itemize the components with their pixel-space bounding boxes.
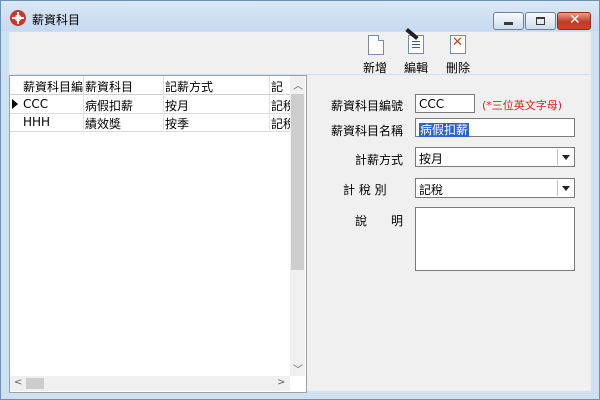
chevron-down-icon[interactable] xyxy=(557,180,573,196)
cell-extra: 記稅 xyxy=(271,99,290,113)
edit-icon xyxy=(405,27,424,54)
scroll-left-icon[interactable]: < xyxy=(14,377,22,388)
description-label: 說 明 xyxy=(355,214,404,228)
window-title: 薪資科目 xyxy=(32,13,81,27)
delete-icon xyxy=(450,35,466,54)
method-label: 計薪方式 xyxy=(355,153,404,167)
cell-code: CCC xyxy=(23,97,49,111)
column-header-method[interactable]: 記薪方式 xyxy=(165,78,269,95)
table-row[interactable]: HHH 績效獎 按季 記稅 xyxy=(10,113,290,132)
description-textarea[interactable] xyxy=(415,207,575,271)
method-select[interactable]: 按月 xyxy=(415,147,575,167)
code-field[interactable]: CCC xyxy=(415,94,475,113)
close-icon: ✕ xyxy=(569,12,581,28)
app-icon xyxy=(10,10,26,26)
new-document-icon xyxy=(368,35,384,55)
edit-button-label: 編輯 xyxy=(403,61,428,75)
cell-extra: 記稅 xyxy=(271,117,290,131)
vertical-scroll-thumb[interactable] xyxy=(291,94,304,270)
delete-button[interactable]: 刪除 xyxy=(436,32,480,75)
name-label: 薪資科目名稱 xyxy=(331,124,404,138)
name-field[interactable]: 病假扣薪 xyxy=(415,118,575,137)
delete-button-label: 刪除 xyxy=(445,61,470,75)
name-field-selected-text: 病假扣薪 xyxy=(419,123,470,137)
cell-method: 按月 xyxy=(165,99,190,113)
toolbar: 新增 編輯 刪除 xyxy=(9,27,591,75)
horizontal-scroll-thumb[interactable] xyxy=(26,378,44,389)
method-select-value: 按月 xyxy=(419,152,444,166)
scroll-right-icon[interactable]: > xyxy=(277,377,285,388)
vertical-scrollbar[interactable]: ︿ ﹀ xyxy=(290,76,305,376)
minimize-button[interactable] xyxy=(493,12,524,30)
chevron-down-icon[interactable] xyxy=(557,149,573,165)
grid-header: 薪資科目編 薪資科目 記薪方式 記 xyxy=(10,76,290,95)
table-row[interactable]: CCC 病假扣薪 按月 記稅 xyxy=(10,95,290,114)
maximize-icon xyxy=(536,17,545,25)
new-button[interactable]: 新增 xyxy=(353,32,397,75)
tax-label: 計 稅 別 xyxy=(343,183,387,197)
new-button-label: 新增 xyxy=(362,61,387,75)
code-hint: (*三位英文字母) xyxy=(482,99,563,112)
cell-name: 病假扣薪 xyxy=(85,99,134,113)
cell-method: 按季 xyxy=(165,117,190,131)
column-header-code[interactable]: 薪資科目編 xyxy=(23,78,83,95)
scroll-down-icon[interactable]: ﹀ xyxy=(293,361,303,376)
app-window: 薪資科目 ✕ 新增 編輯 刪除 薪資科目編 薪資科目 記薪方式 記 xyxy=(0,0,600,400)
minimize-icon xyxy=(504,22,513,25)
scroll-up-icon[interactable]: ︿ xyxy=(293,77,303,92)
tax-select[interactable]: 記稅 xyxy=(415,178,575,198)
code-label: 薪資科目編號 xyxy=(331,99,404,113)
detail-form: 薪資科目編號 CCC (*三位英文字母) 薪資科目名稱 病假扣薪 計薪方式 按月… xyxy=(307,75,591,391)
column-header-name[interactable]: 薪資科目 xyxy=(85,78,163,95)
horizontal-scrollbar[interactable]: < > xyxy=(10,376,290,391)
cell-name: 績效獎 xyxy=(85,117,122,131)
tax-select-value: 記稅 xyxy=(419,183,444,197)
salary-item-grid: 薪資科目編 薪資科目 記薪方式 記 CCC 病假扣薪 按月 記稅 HHH 績效獎… xyxy=(9,75,307,393)
current-row-indicator-icon xyxy=(12,99,18,109)
column-header-extra[interactable]: 記 xyxy=(271,78,290,95)
edit-button[interactable]: 編輯 xyxy=(394,27,438,75)
close-button[interactable]: ✕ xyxy=(557,12,591,30)
maximize-button[interactable] xyxy=(525,12,556,30)
title-bar[interactable]: 薪資科目 ✕ xyxy=(1,1,599,31)
cell-code: HHH xyxy=(23,115,51,129)
